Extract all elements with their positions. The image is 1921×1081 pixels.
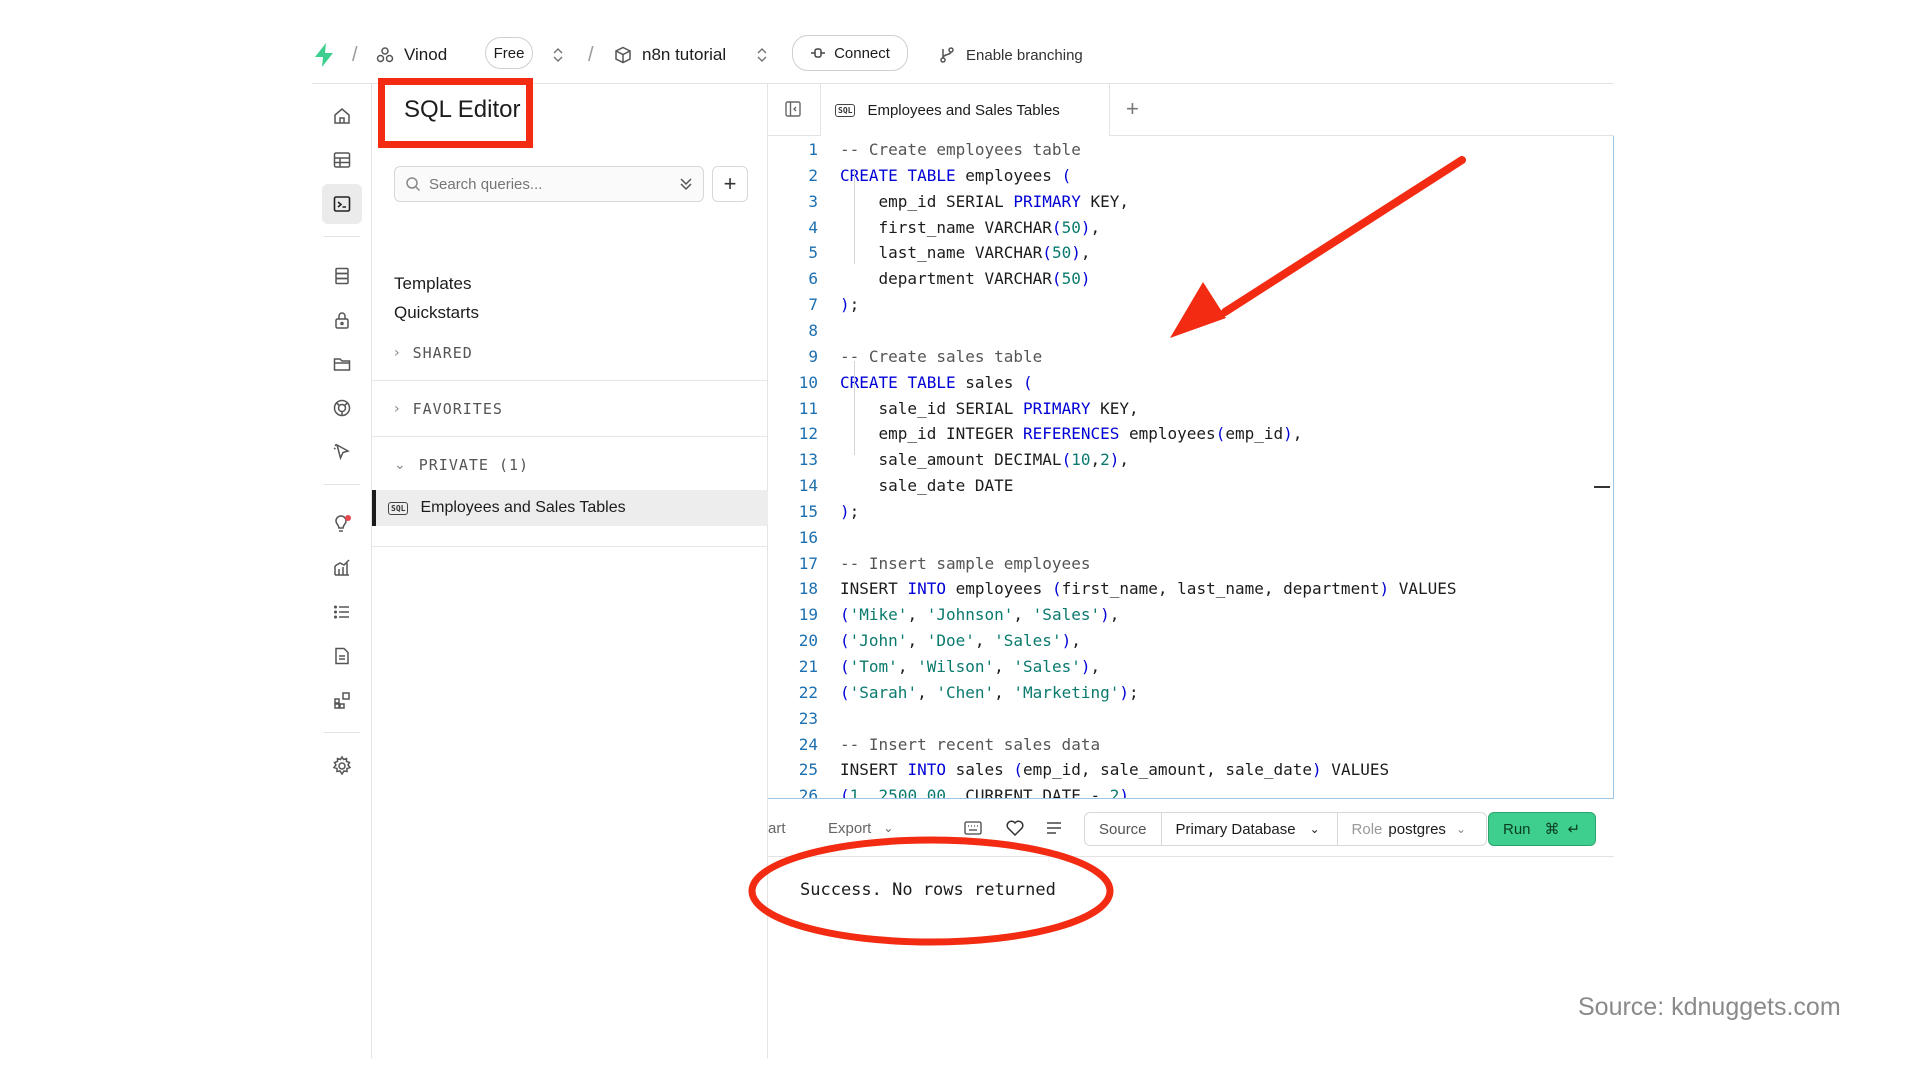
annotation-ellipse (748, 836, 1114, 946)
watermark-source: Source: kdnuggets.com (1578, 993, 1841, 1021)
annotation-overlay (748, 156, 1466, 946)
annotation-arrow (1170, 156, 1466, 338)
app-window: / Vinod Free / n8n tutorial Connect Enab… (0, 0, 1921, 1081)
